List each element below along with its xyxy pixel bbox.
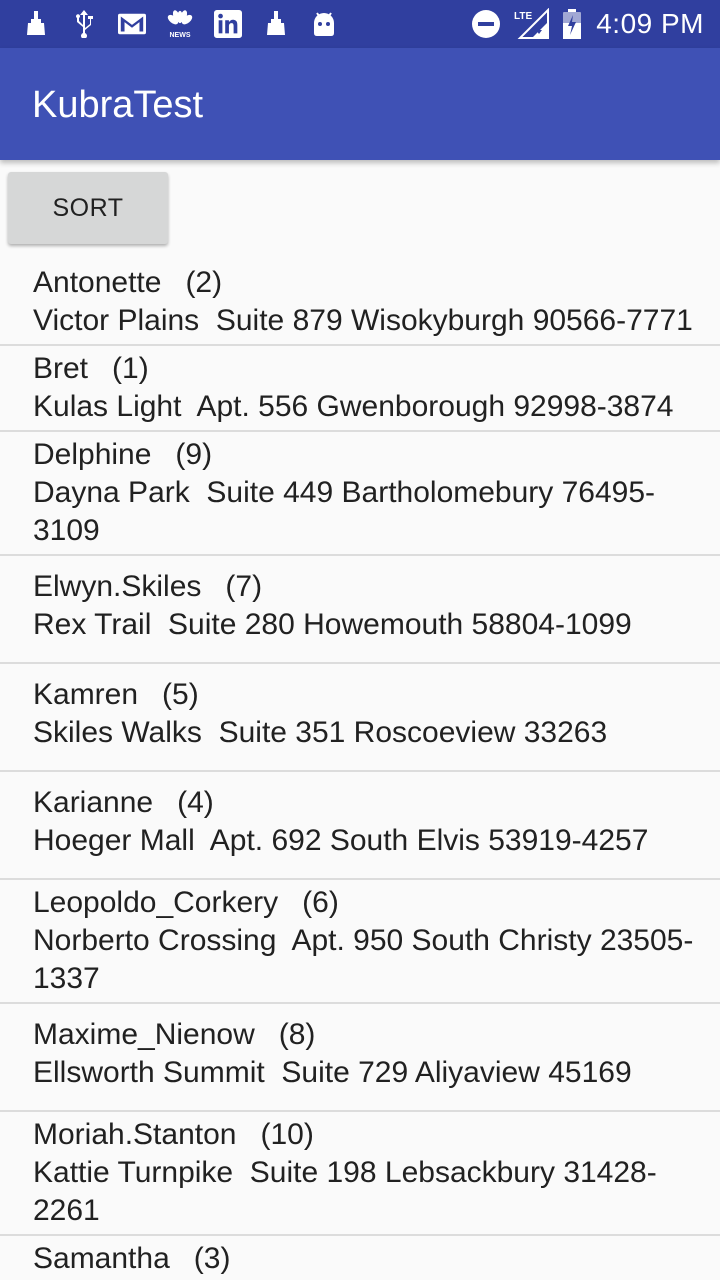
list-item[interactable]: Samantha (3) xyxy=(0,1236,720,1280)
status-time: 4:09 PM xyxy=(596,8,704,39)
battery-icon xyxy=(562,9,582,39)
linkedin-icon xyxy=(214,10,242,38)
user-id: (10) xyxy=(260,1118,314,1151)
usb-icon xyxy=(70,10,98,38)
list-item[interactable]: Kamren (5) Skiles Walks Suite 351 Roscoev… xyxy=(0,664,720,772)
screen: NEWS LTE 4:09 PM KubraTest SORT Antonett… xyxy=(0,0,720,1280)
user-address: Norberto Crossing Apt. 950 South Christy… xyxy=(33,924,694,995)
user-name: Elwyn.Skiles xyxy=(33,570,202,603)
user-id: (6) xyxy=(302,886,339,919)
list-item[interactable]: Maxime_Nienow (8) Ellsworth Summit Suite … xyxy=(0,1004,720,1112)
user-name: Moriah.Stanton xyxy=(33,1118,237,1151)
user-header: Karianne (4) xyxy=(33,784,720,822)
notification-icons: NEWS xyxy=(22,6,338,42)
user-address: Dayna Park Suite 449 Bartholomebury 7649… xyxy=(33,476,656,547)
user-header: Maxime_Nienow (8) xyxy=(33,1016,720,1054)
list-item[interactable]: Bret (1) Kulas Light Apt. 556 Gwenborough… xyxy=(0,346,720,432)
list-item[interactable]: Moriah.Stanton (10) Kattie Turnpike Suite… xyxy=(0,1112,720,1236)
user-list[interactable]: Antonette (2) Victor Plains Suite 879 Wis… xyxy=(0,260,720,1280)
user-header: Bret (1) xyxy=(33,350,720,388)
user-address: Kattie Turnpike Suite 198 Lebsackbury 31… xyxy=(33,1156,657,1227)
user-address: Skiles Walks Suite 351 Roscoeview 33263 xyxy=(33,716,608,749)
gmail-icon xyxy=(118,10,146,38)
user-id: (4) xyxy=(177,786,214,819)
user-name: Bret xyxy=(33,352,89,385)
list-item[interactable]: Karianne (4) Hoeger Mall Apt. 692 South E… xyxy=(0,772,720,880)
user-name: Samantha xyxy=(33,1242,170,1275)
user-name: Delphine xyxy=(33,438,152,471)
user-header: Antonette (2) xyxy=(33,264,720,302)
user-address: Kulas Light Apt. 556 Gwenborough 92998-3… xyxy=(33,390,674,423)
app-bar: KubraTest xyxy=(0,48,720,160)
user-id: (5) xyxy=(162,678,199,711)
nbc-news-icon: NEWS xyxy=(166,10,194,39)
do-not-disturb-icon xyxy=(472,10,501,38)
android-icon xyxy=(310,10,338,38)
user-name: Kamren xyxy=(33,678,139,711)
user-header: Elwyn.Skiles (7) xyxy=(33,568,720,606)
user-id: (8) xyxy=(278,1018,316,1051)
user-name: Leopoldo_Corkery xyxy=(33,886,279,919)
system-icons: LTE 4:09 PM xyxy=(472,6,704,42)
user-id: (7) xyxy=(225,570,263,603)
lte-signal-icon: LTE xyxy=(514,8,550,39)
status-bar: NEWS LTE 4:09 PM xyxy=(0,0,720,48)
list-item[interactable]: Antonette (2) Victor Plains Suite 879 Wis… xyxy=(0,260,720,346)
user-header: Leopoldo_Corkery (6) xyxy=(33,884,720,922)
user-address: Hoeger Mall Apt. 692 South Elvis 53919-4… xyxy=(33,824,649,857)
user-header: Moriah.Stanton (10) xyxy=(33,1116,720,1154)
sort-button[interactable]: SORT xyxy=(8,172,168,244)
app-title: KubraTest xyxy=(32,84,204,126)
user-address: Ellsworth Summit Suite 729 Aliyaview 451… xyxy=(33,1056,632,1089)
user-id: (2) xyxy=(185,266,223,299)
user-id: (9) xyxy=(175,438,213,471)
user-name: Maxime_Nienow xyxy=(33,1018,255,1051)
user-name: Karianne xyxy=(33,786,154,819)
user-id: (1) xyxy=(112,352,149,385)
user-header: Delphine (9) xyxy=(33,436,720,474)
user-id: (3) xyxy=(193,1242,231,1275)
cleaner-icon xyxy=(262,10,290,38)
user-header: Samantha (3) xyxy=(33,1240,720,1278)
list-item[interactable]: Leopoldo_Corkery (6) Norberto Crossing Ap… xyxy=(0,880,720,1004)
list-item[interactable]: Elwyn.Skiles (7) Rex Trail Suite 280 Howe… xyxy=(0,556,720,664)
svg-text:NEWS: NEWS xyxy=(170,32,191,39)
user-address: Rex Trail Suite 280 Howemouth 58804-1099 xyxy=(33,608,632,641)
cleaner-icon xyxy=(22,10,50,38)
user-header: Kamren (5) xyxy=(33,676,720,714)
user-address: Victor Plains Suite 879 Wisokyburgh 9056… xyxy=(33,304,693,337)
list-item[interactable]: Delphine (9) Dayna Park Suite 449 Barthol… xyxy=(0,432,720,556)
user-name: Antonette xyxy=(33,266,162,299)
svg-text:LTE: LTE xyxy=(514,11,532,22)
